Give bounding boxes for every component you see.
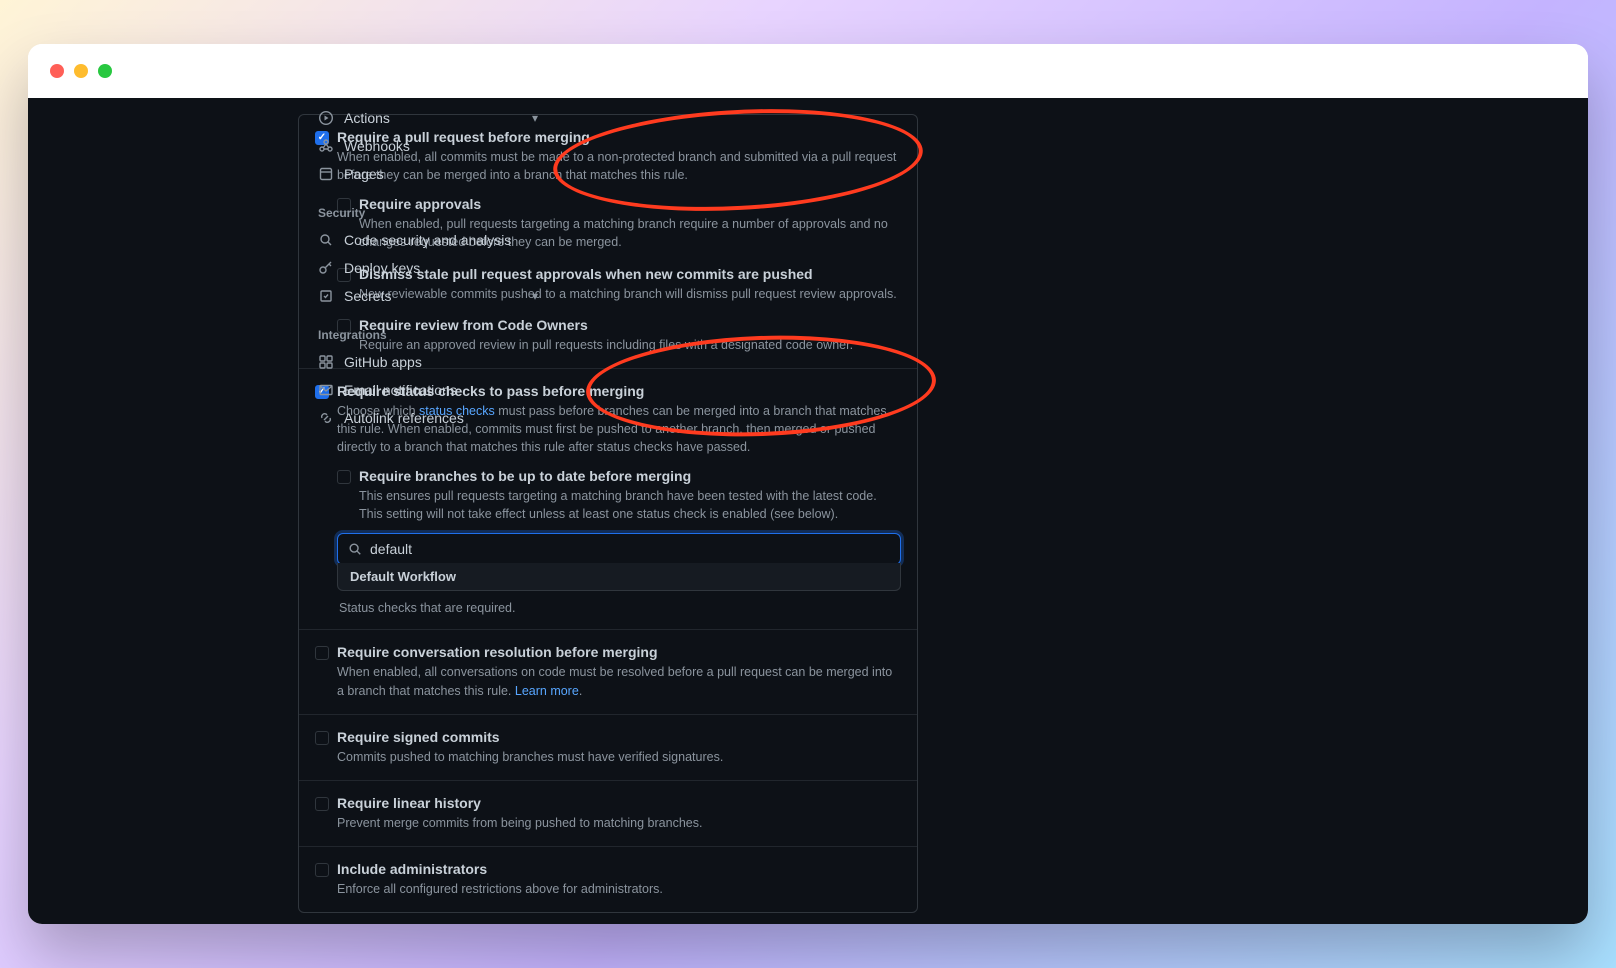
rule-title: Require signed commits bbox=[337, 729, 901, 745]
sidebar-item-deploy-keys[interactable]: Deploy keys bbox=[308, 254, 548, 282]
sidebar-item-label: Email notifications bbox=[344, 382, 538, 398]
sidebar-item-label: Deploy keys bbox=[344, 260, 538, 276]
sidebar-item-label: Pages bbox=[344, 166, 538, 182]
rule-linear-history: Require linear history Prevent merge com… bbox=[299, 780, 917, 846]
required-checks-label: Status checks that are required. bbox=[337, 601, 901, 615]
chevron-down-icon: ▾ bbox=[532, 111, 538, 125]
sidebar-item-code-security[interactable]: Code security and analysis bbox=[308, 226, 548, 254]
checkbox-signed-commits[interactable] bbox=[315, 731, 329, 745]
webhook-icon bbox=[318, 138, 334, 154]
rule-conversation-resolution: Require conversation resolution before m… bbox=[299, 629, 917, 713]
sidebar-item-label: Secrets bbox=[344, 288, 522, 304]
sidebar-item-label: Code security and analysis bbox=[344, 232, 538, 248]
rule-description: Commits pushed to matching branches must… bbox=[337, 748, 901, 766]
apps-icon bbox=[318, 354, 334, 370]
pages-icon bbox=[318, 166, 334, 182]
sidebar-item-webhooks[interactable]: Webhooks bbox=[308, 132, 548, 160]
checkbox-conversation-resolution[interactable] bbox=[315, 646, 329, 660]
sidebar-item-secrets[interactable]: Secrets ▾ bbox=[308, 282, 548, 310]
link-icon bbox=[318, 410, 334, 426]
settings-sidebar: Actions ▾ Webhooks Pages Security bbox=[308, 98, 548, 432]
sidebar-heading-security: Security bbox=[308, 188, 548, 226]
search-input-wrapper[interactable] bbox=[337, 533, 901, 565]
rule-description: Prevent merge commits from being pushed … bbox=[337, 814, 901, 832]
rule-title: Require linear history bbox=[337, 795, 901, 811]
sidebar-item-label: Actions bbox=[344, 110, 522, 126]
chevron-down-icon: ▾ bbox=[532, 289, 538, 303]
minimize-window-button[interactable] bbox=[74, 64, 88, 78]
sidebar-item-label: GitHub apps bbox=[344, 354, 538, 370]
rule-up-to-date: Require branches to be up to date before… bbox=[337, 468, 901, 523]
play-icon bbox=[318, 110, 334, 126]
rule-title: Require branches to be up to date before… bbox=[359, 468, 901, 484]
key-icon bbox=[318, 260, 334, 276]
search-suggestion[interactable]: Default Workflow bbox=[337, 563, 901, 591]
titlebar bbox=[28, 44, 1588, 98]
sidebar-item-pages[interactable]: Pages bbox=[308, 160, 548, 188]
mail-icon bbox=[318, 382, 334, 398]
shield-search-icon bbox=[318, 232, 334, 248]
sidebar-item-label: Webhooks bbox=[344, 138, 538, 154]
search-icon bbox=[348, 542, 362, 556]
checkbox-up-to-date[interactable] bbox=[337, 470, 351, 484]
status-check-search: Default Workflow Status checks that are … bbox=[337, 533, 901, 615]
browser-window: Actions ▾ Webhooks Pages Security bbox=[28, 44, 1588, 924]
checkbox-linear-history[interactable] bbox=[315, 797, 329, 811]
maximize-window-button[interactable] bbox=[98, 64, 112, 78]
sidebar-item-github-apps[interactable]: GitHub apps bbox=[308, 348, 548, 376]
sidebar-item-email-notifications[interactable]: Email notifications bbox=[308, 376, 548, 404]
page-content: Actions ▾ Webhooks Pages Security bbox=[28, 98, 1588, 924]
text: . bbox=[579, 684, 582, 698]
sidebar-item-actions[interactable]: Actions ▾ bbox=[308, 104, 548, 132]
rule-description: When enabled, all conversations on code … bbox=[337, 663, 901, 699]
checkbox-include-administrators[interactable] bbox=[315, 863, 329, 877]
text: When enabled, all conversations on code … bbox=[337, 665, 892, 697]
sidebar-heading-integrations: Integrations bbox=[308, 310, 548, 348]
rule-title: Include administrators bbox=[337, 861, 901, 877]
secret-icon bbox=[318, 288, 334, 304]
rule-include-administrators: Include administrators Enforce all confi… bbox=[299, 846, 917, 912]
close-window-button[interactable] bbox=[50, 64, 64, 78]
learn-more-link[interactable]: Learn more bbox=[515, 684, 579, 698]
rule-title: Require conversation resolution before m… bbox=[337, 644, 901, 660]
sidebar-item-autolink[interactable]: Autolink references bbox=[308, 404, 548, 432]
sidebar-item-label: Autolink references bbox=[344, 410, 538, 426]
rule-signed-commits: Require signed commits Commits pushed to… bbox=[299, 714, 917, 780]
rule-description: This ensures pull requests targeting a m… bbox=[359, 487, 901, 523]
rule-description: Enforce all configured restrictions abov… bbox=[337, 880, 901, 898]
status-check-search-input[interactable] bbox=[370, 541, 890, 557]
